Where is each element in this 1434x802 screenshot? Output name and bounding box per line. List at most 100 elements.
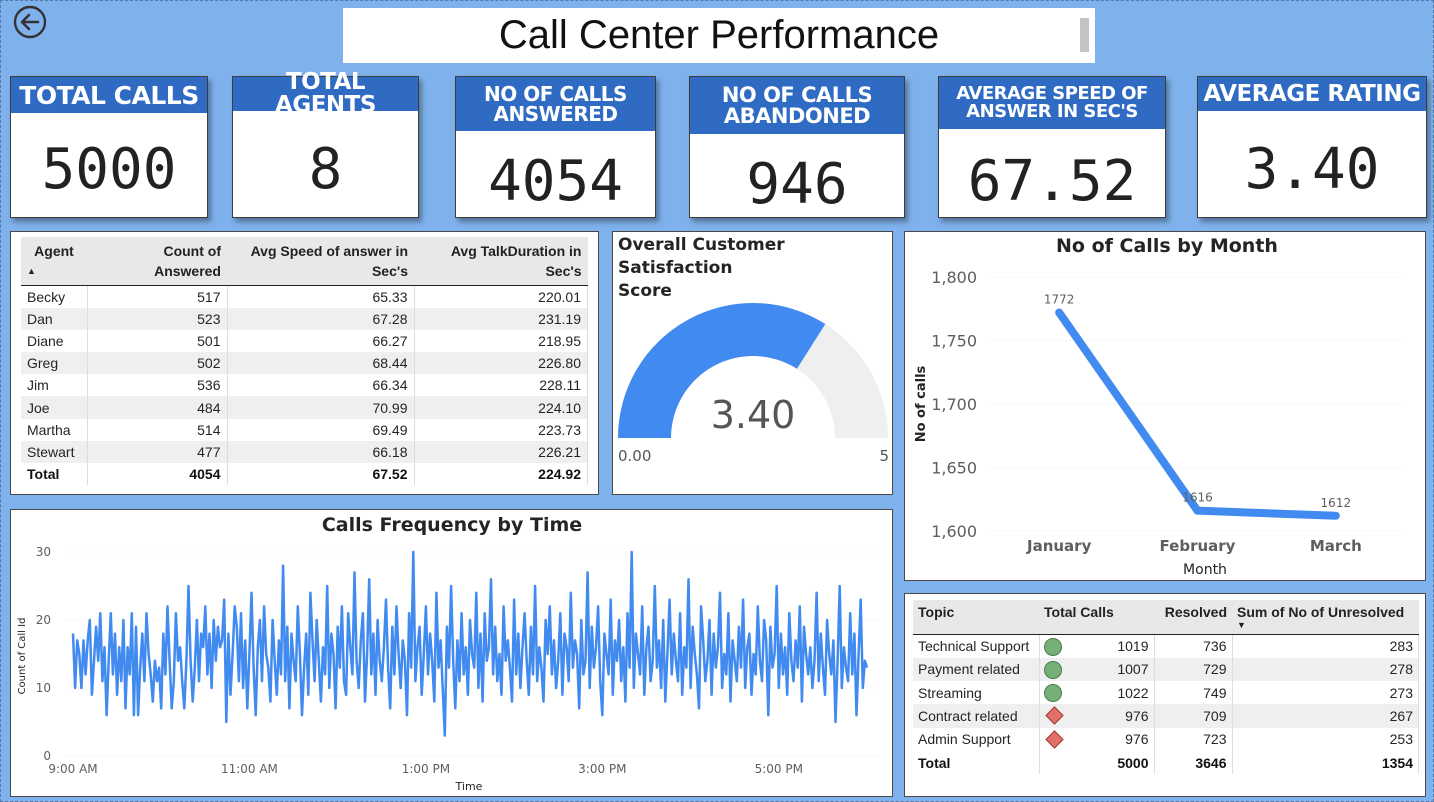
y-tick-label: 1,750 [931, 332, 977, 351]
kpi-answered-label-1: NO OF CALLS [484, 82, 627, 106]
cell-resolved: 723 [1154, 727, 1233, 751]
cell-total-calls-value: 976 [1125, 731, 1149, 748]
col-header-count-label-1: Count of [163, 243, 221, 259]
col-header-talk[interactable]: Avg TalkDuration in Sec's [414, 237, 588, 286]
cell-total-speed: 67.52 [227, 463, 415, 486]
data-point[interactable] [1056, 309, 1063, 316]
gauge-chart[interactable]: 3.40 0.00 5 [613, 232, 894, 496]
cell-resolved: 736 [1154, 634, 1233, 658]
cell-unresolved: 253 [1232, 727, 1419, 751]
cell-total-calls-value: 1019 [1117, 638, 1149, 655]
table-row[interactable]: Admin Support 976 723 253 [913, 727, 1419, 751]
table-row[interactable]: Streaming 1022 749 273 [913, 681, 1419, 705]
kpi-rating-value: 3.40 [1244, 137, 1380, 202]
cell-agent: Jim [21, 374, 88, 397]
cell-total-calls: 5000 [1039, 750, 1155, 775]
data-point[interactable] [1332, 512, 1339, 519]
data-point[interactable] [1194, 507, 1201, 514]
col-header-count-label-2: Answered [154, 263, 221, 279]
data-label: 1772 [1044, 293, 1075, 307]
cell-total-unresolved: 1354 [1232, 750, 1419, 775]
x-tick-label: January [1026, 537, 1092, 555]
title-scrollbar[interactable] [1080, 18, 1089, 52]
cell-topic: Technical Support [913, 634, 1040, 658]
cell-speed: 66.34 [227, 374, 415, 397]
table-row[interactable]: Payment related 1007 729 278 [913, 657, 1419, 682]
table-row[interactable]: Jim 536 66.34 228.11 [21, 374, 588, 397]
cell-talk: 226.80 [414, 352, 588, 375]
cell-unresolved: 273 [1232, 681, 1419, 705]
green-circle-icon [1043, 660, 1062, 679]
col-header-total-calls[interactable]: Total Calls [1039, 600, 1154, 635]
x-tick-label: 9:00 AM [48, 762, 97, 776]
kpi-abandoned: NO OF CALLS ABANDONED 946 [689, 76, 905, 218]
topic-table-panel: Topic Total Calls Resolved Sum of No of … [904, 593, 1426, 797]
col-header-topic[interactable]: Topic [913, 600, 1039, 635]
cell-total-calls-value: 1007 [1117, 661, 1149, 678]
cell-talk: 220.01 [414, 285, 588, 308]
kpi-answered-label-2: ANSWERED [493, 102, 618, 126]
kpi-abandoned-value: 946 [746, 152, 848, 217]
cell-agent: Greg [21, 352, 88, 375]
col-header-talk-label-1: Avg TalkDuration in [450, 243, 582, 259]
cell-total-label: Total [913, 750, 1040, 775]
cell-count: 517 [87, 285, 228, 308]
kpi-speed: AVERAGE SPEED OF ANSWER IN SEC'S 67.52 [938, 76, 1166, 218]
y-tick-label: 1,600 [931, 522, 977, 541]
cell-speed: 70.99 [227, 396, 415, 419]
back-button[interactable] [13, 5, 47, 39]
col-header-speed[interactable]: Avg Speed of answer in Sec's [227, 237, 414, 286]
frequency-line-chart[interactable]: Calls Frequency by Time Count of Call Id… [11, 510, 892, 796]
col-header-unresolved-label: Sum of No of Unresolved [1237, 604, 1405, 620]
table-row[interactable]: Joe 484 70.99 224.10 [21, 396, 588, 419]
table-row[interactable]: Technical Support 1019 736 283 [913, 634, 1419, 658]
gauge-min-label: 0.00 [618, 447, 651, 465]
monthly-line-chart[interactable]: No of Calls by Month No of calls Month 1… [905, 232, 1425, 580]
col-header-resolved[interactable]: Resolved [1154, 600, 1232, 635]
table-row[interactable]: Martha 514 69.49 223.73 [21, 418, 588, 441]
kpi-rating: AVERAGE RATING 3.40 [1197, 76, 1427, 218]
x-tick-label: 5:00 PM [755, 762, 803, 776]
cell-topic: Payment related [913, 657, 1040, 682]
frequency-chart-panel: Calls Frequency by Time Count of Call Id… [10, 509, 893, 797]
y-tick-label: 10 [36, 681, 51, 695]
x-axis-label: Month [1183, 562, 1227, 578]
table-row[interactable]: Diane 501 66.27 218.95 [21, 329, 588, 353]
table-row[interactable]: Becky 517 65.33 220.01 [21, 285, 588, 308]
kpi-answered: NO OF CALLS ANSWERED 4054 [455, 76, 656, 218]
cell-speed: 66.27 [227, 329, 415, 353]
col-header-talk-label-2: Sec's [545, 263, 582, 279]
x-axis-label: Time [455, 780, 483, 793]
table-row[interactable]: Contract related 976 709 267 [913, 704, 1419, 728]
data-label: 1616 [1182, 491, 1213, 505]
chart-title: Calls Frequency by Time [322, 514, 582, 536]
cell-count: 501 [87, 329, 228, 353]
cell-resolved: 729 [1154, 657, 1233, 682]
table-row[interactable]: Stewart 477 66.18 226.21 [21, 440, 588, 463]
cell-count: 523 [87, 307, 228, 330]
col-header-count[interactable]: Count of Answered [87, 237, 227, 286]
cell-agent: Joe [21, 396, 88, 419]
back-arrow-icon [13, 5, 47, 39]
agent-table: Agent ▲ Count of Answered Avg Speed of a… [21, 237, 588, 486]
cell-agent: Dan [21, 307, 88, 330]
cell-total-resolved: 3646 [1154, 750, 1233, 775]
cell-talk: 226.21 [414, 440, 588, 463]
cell-agent: Becky [21, 285, 88, 308]
x-tick-label: February [1160, 537, 1236, 555]
cell-resolved: 709 [1154, 704, 1233, 728]
x-tick-label: 1:00 PM [402, 762, 450, 776]
col-header-speed-label-2: Sec's [371, 263, 408, 279]
series-line [71, 550, 869, 737]
y-tick-label: 1,800 [931, 268, 977, 287]
kpi-total-calls: TOTAL CALLS 5000 [10, 76, 208, 218]
cell-topic: Admin Support [913, 727, 1040, 751]
cell-total-calls: 1019 [1039, 634, 1155, 658]
table-row[interactable]: Greg 502 68.44 226.80 [21, 352, 588, 375]
kpi-abandoned-label: NO OF CALLS ABANDONED [690, 77, 904, 134]
cell-count: 536 [87, 374, 228, 397]
col-header-agent[interactable]: Agent ▲ [21, 237, 87, 286]
col-header-unresolved[interactable]: Sum of No of Unresolved ▼ [1232, 600, 1419, 635]
x-tick-label: March [1310, 537, 1362, 555]
table-row[interactable]: Dan 523 67.28 231.19 [21, 307, 588, 330]
